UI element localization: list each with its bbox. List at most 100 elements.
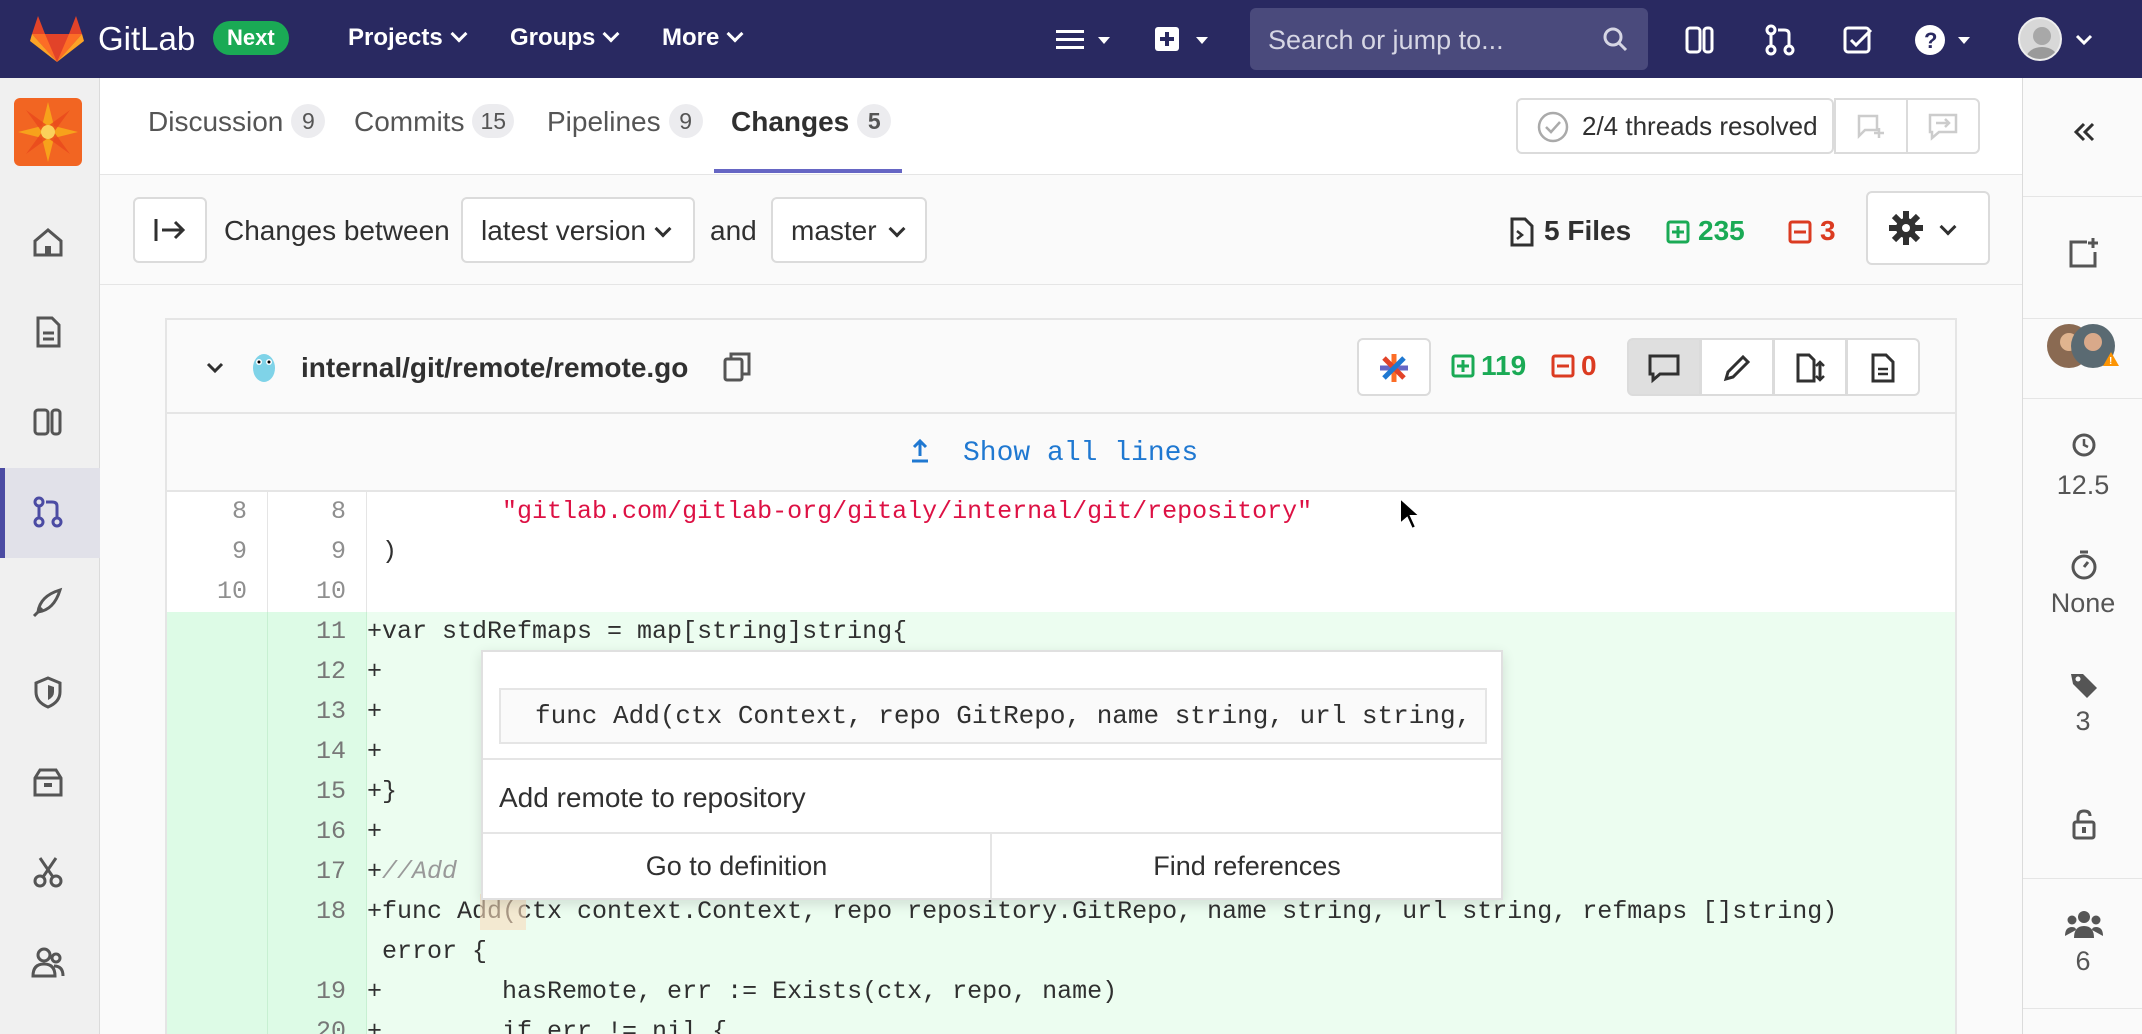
pencil-icon	[1723, 354, 1751, 382]
gitlab-logo-icon[interactable]	[30, 14, 84, 64]
diff-marker	[367, 577, 382, 606]
new-line-number[interactable]: 16	[267, 812, 367, 852]
repository-icon[interactable]	[30, 314, 66, 350]
old-line-number[interactable]	[167, 1012, 267, 1034]
find-references-button[interactable]: Find references	[993, 834, 1501, 898]
tab-discussion-label: Discussion	[148, 106, 284, 137]
next-thread-button[interactable]	[1906, 98, 1980, 154]
code-line: "gitlab.com/gitlab-org/gitaly/internal/g…	[367, 492, 1312, 532]
new-line-number[interactable]: 12	[267, 652, 367, 692]
show-all-lines-link[interactable]: Show all lines	[963, 438, 1198, 469]
nav-more[interactable]: More	[662, 24, 744, 52]
code-intelligence-icon	[1380, 354, 1408, 382]
collapse-sidebar-icon[interactable]	[2071, 118, 2099, 146]
old-line-number[interactable]	[167, 972, 267, 1012]
home-icon[interactable]	[30, 224, 66, 260]
code-line: +//Add	[367, 852, 457, 892]
tab-commits-label: Commits	[354, 106, 465, 137]
chevron-down-icon[interactable]	[2072, 22, 2096, 58]
view-file-button[interactable]	[1846, 338, 1920, 396]
files-count[interactable]: 5 Files	[1544, 215, 1631, 247]
old-line-number[interactable]: 10	[167, 572, 267, 612]
target-branch-dropdown[interactable]: master	[771, 197, 927, 263]
issues-icon[interactable]	[30, 404, 66, 440]
copy-icon[interactable]	[722, 351, 752, 383]
issues-icon[interactable]	[1682, 22, 1718, 58]
threads-resolved-status[interactable]: 2/4 threads resolved	[1516, 98, 1834, 154]
lock-open-icon[interactable]	[2071, 808, 2097, 840]
new-line-number[interactable]: 20	[267, 1012, 367, 1034]
tab-commits[interactable]: Commits 15	[354, 104, 515, 140]
old-line-number[interactable]	[167, 852, 267, 892]
snippets-scissors-icon[interactable]	[30, 854, 66, 890]
diff-line: 10 10	[167, 572, 1955, 612]
version-dropdown[interactable]: latest version	[461, 197, 695, 263]
old-line-number[interactable]: 9	[167, 532, 267, 572]
project-avatar[interactable]	[14, 98, 82, 166]
chevron-down-icon[interactable]	[204, 357, 226, 379]
tab-pipelines[interactable]: Pipelines 9	[547, 104, 703, 140]
toggle-comments-button[interactable]	[1627, 338, 1701, 396]
old-line-number[interactable]	[167, 772, 267, 812]
go-to-definition-button[interactable]: Go to definition	[483, 834, 992, 898]
nav-groups[interactable]: Groups	[510, 24, 620, 52]
merge-requests-icon[interactable]	[30, 494, 66, 530]
threads-resolved-label: 2/4 threads resolved	[1582, 111, 1818, 141]
old-line-number[interactable]: 8	[167, 492, 267, 532]
members-icon[interactable]	[30, 944, 66, 980]
diff-marker	[367, 497, 382, 526]
expand-file-button[interactable]	[1773, 338, 1847, 396]
merge-requests-icon[interactable]	[1762, 22, 1798, 58]
new-line-number[interactable]: 19	[267, 972, 367, 1012]
show-all-lines-row[interactable]: Show all lines	[167, 414, 1955, 492]
new-line-number[interactable]: 15	[267, 772, 367, 812]
new-line-number[interactable]: 9	[267, 532, 367, 572]
toggle-file-tree-button[interactable]	[133, 197, 207, 263]
divider	[2023, 196, 2142, 197]
hamburger-menu-icon[interactable]	[1054, 22, 1118, 58]
plus-square-icon[interactable]	[1152, 22, 1216, 58]
search-input[interactable]: Search or jump to...	[1250, 8, 1648, 70]
old-line-number[interactable]	[167, 732, 267, 772]
old-line-number[interactable]	[167, 892, 267, 972]
new-line-number[interactable]: 8	[267, 492, 367, 532]
nav-more-label: More	[662, 24, 720, 51]
new-line-number[interactable]: 18	[267, 892, 367, 972]
package-icon[interactable]	[30, 764, 66, 800]
next-badge[interactable]: Next	[213, 21, 289, 55]
edit-file-button[interactable]	[1700, 338, 1774, 396]
user-avatar[interactable]	[2018, 17, 2062, 61]
new-line-number[interactable]: 11	[267, 612, 367, 652]
active-tab-underline	[714, 169, 902, 173]
nav-projects[interactable]: Projects	[348, 24, 468, 52]
code-intelligence-button[interactable]	[1357, 338, 1431, 396]
todo-checkbox-icon[interactable]	[1840, 22, 1876, 58]
chevron-down-icon	[1939, 218, 1957, 236]
participants-icon[interactable]	[2065, 908, 2103, 942]
old-line-number[interactable]	[167, 652, 267, 692]
clock-icon[interactable]	[2071, 432, 2097, 458]
assignee-avatars[interactable]: !	[2045, 322, 2125, 370]
old-line-number[interactable]	[167, 812, 267, 852]
new-line-number[interactable]: 13	[267, 692, 367, 732]
tab-commits-count: 15	[472, 104, 515, 138]
new-line-number[interactable]: 17	[267, 852, 367, 892]
tab-discussion[interactable]: Discussion 9	[148, 104, 326, 140]
help-icon[interactable]: ?	[1912, 22, 1978, 58]
new-line-number[interactable]: 10	[267, 572, 367, 612]
timer-icon[interactable]	[2069, 550, 2099, 580]
rocket-icon[interactable]	[30, 584, 66, 620]
todo-add-icon[interactable]	[2067, 236, 2101, 270]
brand-name[interactable]: GitLab	[98, 20, 195, 58]
diff-settings-dropdown[interactable]	[1866, 191, 1990, 265]
old-line-number[interactable]	[167, 692, 267, 732]
total-deletions: 3	[1820, 215, 1836, 246]
old-line-number[interactable]	[167, 612, 267, 652]
file-path[interactable]: internal/git/remote/remote.go	[301, 352, 688, 384]
shield-icon[interactable]	[30, 674, 66, 710]
diff-marker: +	[367, 617, 383, 646]
new-line-number[interactable]: 14	[267, 732, 367, 772]
tab-changes[interactable]: Changes 5	[731, 104, 892, 140]
resolve-thread-button[interactable]	[1834, 98, 1908, 154]
labels-tag-icon[interactable]	[2069, 670, 2099, 700]
